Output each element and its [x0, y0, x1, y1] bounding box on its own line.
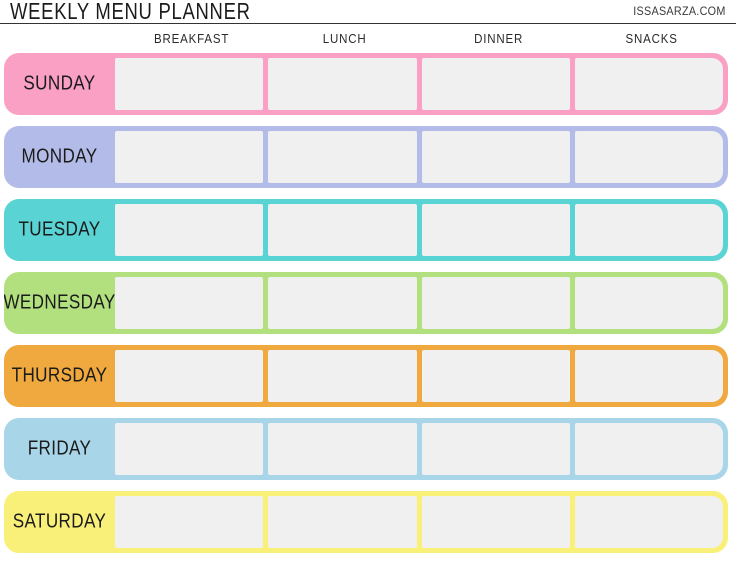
day-row-wednesday: Wednesday: [4, 272, 728, 334]
meal-cell-saturday-lunch[interactable]: [268, 496, 417, 548]
day-label-thursday: Thursday: [11, 364, 108, 387]
meal-cell-thursday-breakfast[interactable]: [115, 350, 264, 402]
meal-cells-thursday: [115, 345, 728, 407]
meal-cell-friday-lunch[interactable]: [268, 423, 417, 475]
meal-cell-wednesday-dinner[interactable]: [421, 277, 570, 329]
meal-cells-friday: [115, 418, 728, 480]
column-header-lunch: Lunch: [322, 32, 367, 46]
meal-cell-sunday-lunch[interactable]: [268, 58, 417, 110]
meal-cell-saturday-dinner[interactable]: [421, 496, 570, 548]
meal-cell-tuesday-snacks[interactable]: [574, 204, 723, 256]
day-row-sunday: Sunday: [4, 53, 728, 115]
day-row-friday: Friday: [4, 418, 728, 480]
meal-cell-wednesday-snacks[interactable]: [574, 277, 723, 329]
meal-cell-thursday-lunch[interactable]: [268, 350, 417, 402]
day-label-saturday: Saturday: [12, 510, 107, 533]
day-row-tuesday: Tuesday: [4, 199, 728, 261]
meal-cell-saturday-breakfast[interactable]: [115, 496, 264, 548]
meal-cell-saturday-snacks[interactable]: [574, 496, 723, 548]
meal-cell-tuesday-breakfast[interactable]: [115, 204, 264, 256]
meal-cells-tuesday: [115, 199, 728, 261]
meal-cell-sunday-breakfast[interactable]: [115, 58, 264, 110]
planner-grid: Sunday Monday Tuesday Wednesday Thursday Frid…: [4, 53, 728, 561]
day-label-monday: Monday: [21, 145, 98, 168]
day-label-friday: Friday: [27, 437, 92, 460]
day-label-sunday: Sunday: [23, 72, 96, 95]
meal-cell-friday-dinner[interactable]: [421, 423, 570, 475]
meal-cells-monday: [115, 126, 728, 188]
day-label-tuesday: Tuesday: [18, 218, 101, 241]
meal-cell-monday-lunch[interactable]: [268, 131, 417, 183]
day-row-thursday: Thursday: [4, 345, 728, 407]
meal-cell-friday-snacks[interactable]: [574, 423, 723, 475]
meal-cell-monday-breakfast[interactable]: [115, 131, 264, 183]
meal-cell-tuesday-lunch[interactable]: [268, 204, 417, 256]
column-header-snacks: Snacks: [625, 32, 678, 46]
column-header-dinner: Dinner: [473, 32, 523, 46]
column-header-breakfast: Breakfast: [154, 32, 230, 46]
meal-cell-monday-dinner[interactable]: [421, 131, 570, 183]
meal-cells-wednesday: [115, 272, 728, 334]
meal-cell-wednesday-breakfast[interactable]: [115, 277, 264, 329]
page-title: Weekly Menu Planner: [10, 0, 251, 25]
day-row-saturday: Saturday: [4, 491, 728, 553]
meal-cells-sunday: [115, 53, 728, 115]
day-label-wednesday: Wednesday: [4, 291, 116, 314]
meal-cell-sunday-dinner[interactable]: [421, 58, 570, 110]
meal-cell-sunday-snacks[interactable]: [574, 58, 723, 110]
meal-cell-tuesday-dinner[interactable]: [421, 204, 570, 256]
day-row-monday: Monday: [4, 126, 728, 188]
meal-cell-monday-snacks[interactable]: [574, 131, 723, 183]
meal-cells-saturday: [115, 491, 728, 553]
column-header-row: Breakfast Lunch Dinner Snacks: [115, 32, 728, 50]
meal-cell-friday-breakfast[interactable]: [115, 423, 264, 475]
meal-cell-wednesday-lunch[interactable]: [268, 277, 417, 329]
title-divider: [0, 23, 736, 24]
watermark-credit: issasarza.com: [633, 4, 726, 18]
meal-cell-thursday-dinner[interactable]: [421, 350, 570, 402]
page-header: Weekly Menu Planner issasarza.com: [0, 0, 736, 28]
meal-cell-thursday-snacks[interactable]: [574, 350, 723, 402]
